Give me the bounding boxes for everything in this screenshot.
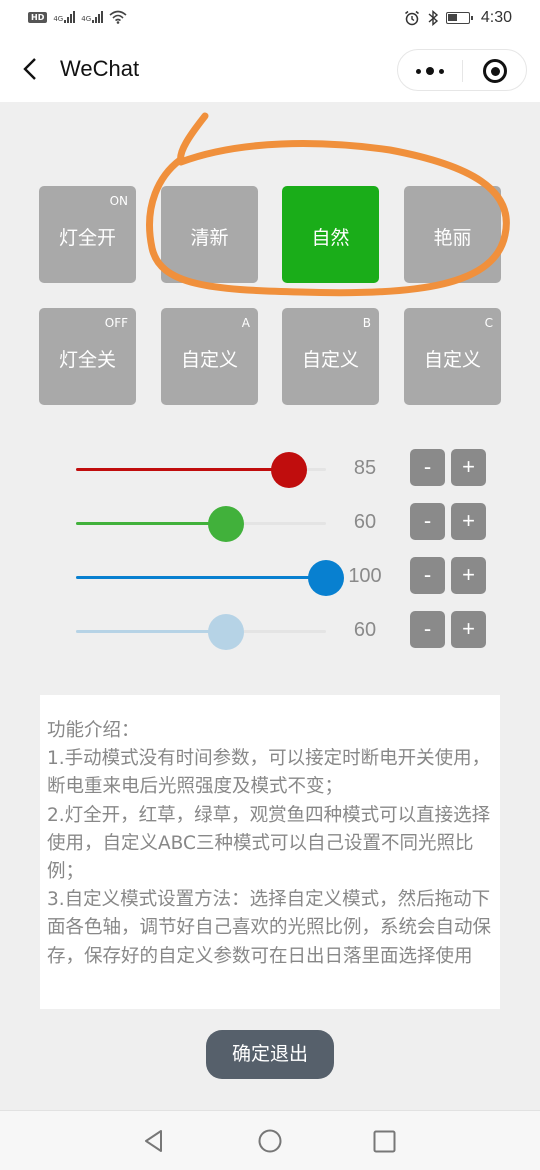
alarm-icon [404,10,419,26]
hd-badge: HD [28,11,48,23]
battery-icon [445,12,473,24]
title-bar: WeChat [0,38,540,102]
mode-tag: OFF [104,316,128,330]
increment-button[interactable]: + [451,449,486,486]
mode-tag: C [484,316,493,330]
slider-row-blue: 100 - + [0,557,540,597]
slider-value: 60 [353,511,377,533]
mode-button-vivid[interactable]: 艳丽 [404,186,501,283]
mode-label: 自定义 [180,349,238,371]
wifi-icon [109,10,127,24]
increment-button[interactable]: + [451,503,486,540]
slider-thumb[interactable] [308,560,344,596]
content-area: ON 灯全开 清新 自然 艳丽 OFF 灯全关 A 自定义 B 自定义 C 自定… [0,102,540,1110]
mode-label: 清新 [190,227,229,249]
mini-program-capsule [397,49,527,91]
signal-icon-2: 4G [81,11,104,23]
slider-thumb[interactable] [208,506,244,542]
clock: 4:30 [480,9,512,26]
slider-track[interactable] [76,452,326,488]
network-type-1: 4G [53,15,64,23]
decrement-button[interactable]: - [410,449,445,486]
mode-button-all-on[interactable]: ON 灯全开 [39,186,136,283]
slider-fill [76,576,326,579]
circle-home-icon[interactable] [254,1125,286,1157]
slider-fill [76,630,226,633]
slider-row-green: 60 - + [0,503,540,543]
increment-button[interactable]: + [451,611,486,648]
info-item-1: 1.手动模式没有时间参数，可以接定时断电开关使用，断电重来电后光照强度及模式不变… [47,748,491,798]
slider-track[interactable] [76,614,326,650]
system-navigation-bar [0,1110,540,1170]
signal-icon-1: 4G [53,11,76,23]
status-left: HD 4G 4G [28,10,127,24]
mode-button-all-off[interactable]: OFF 灯全关 [39,308,136,405]
mode-button-custom-b[interactable]: B 自定义 [282,308,379,405]
close-mini-program-button[interactable] [463,50,527,92]
mode-label: 自定义 [423,349,481,371]
increment-button[interactable]: + [451,557,486,594]
info-item-2: 2.灯全开，红草，绿草，观赏鱼四种模式可以直接选择使用，自定义ABC三种模式可以… [47,804,491,883]
mode-button-natural[interactable]: 自然 [282,186,379,283]
info-heading: 功能介绍： [47,720,140,741]
mode-label: 自定义 [301,349,359,371]
bluetooth-icon [428,10,438,26]
mode-label: 自然 [311,227,350,249]
status-right: 4:30 [404,9,512,27]
feature-description: 功能介绍： 1.手动模式没有时间参数，可以接定时断电开关使用，断电重来电后光照强… [40,695,500,1009]
triangle-back-icon[interactable] [138,1125,170,1157]
slider-row-white: 60 - + [0,611,540,651]
slider-track[interactable] [76,506,326,542]
decrement-button[interactable]: - [410,611,445,648]
slider-fill [76,468,289,471]
mode-tag: A [241,316,250,330]
decrement-button[interactable]: - [410,557,445,594]
info-item-3: 3.自定义模式设置方法：选择自定义模式，然后拖动下面各色轴，调节好自己喜欢的光照… [47,889,492,967]
back-chevron-icon[interactable] [18,54,42,84]
target-close-icon [483,59,507,83]
page-title: WeChat [60,56,140,81]
mode-button-fresh[interactable]: 清新 [161,186,258,283]
slider-value: 100 [348,565,382,587]
slider-track[interactable] [76,560,344,596]
mode-label: 灯全开 [58,227,116,249]
confirm-exit-button[interactable]: 确定退出 [206,1030,334,1079]
status-bar: HD 4G 4G 4:30 [0,0,540,38]
mode-label: 艳丽 [433,227,472,249]
slider-fill [76,522,226,525]
mode-button-custom-a[interactable]: A 自定义 [161,308,258,405]
slider-value: 60 [353,619,377,641]
slider-value: 85 [353,457,377,479]
slider-row-red: 85 - + [0,449,540,489]
mode-tag: ON [109,194,128,208]
decrement-button[interactable]: - [410,503,445,540]
network-type-2: 4G [81,15,92,23]
mode-label: 灯全关 [58,349,116,371]
square-recents-icon[interactable] [368,1125,400,1157]
mode-tag: B [362,316,371,330]
slider-thumb[interactable] [270,452,307,488]
more-dots-icon[interactable] [398,50,462,92]
slider-thumb[interactable] [208,614,244,650]
mode-button-custom-c[interactable]: C 自定义 [404,308,501,405]
